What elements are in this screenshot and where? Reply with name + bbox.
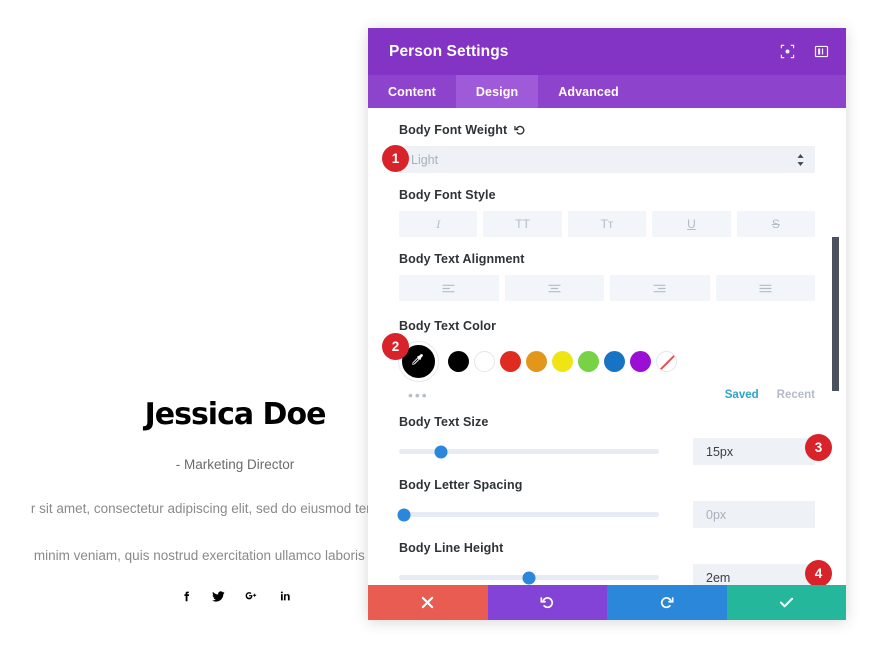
swatch-purple[interactable] xyxy=(630,351,651,372)
body-text-size-input[interactable]: 15px xyxy=(693,438,815,465)
slider-thumb[interactable] xyxy=(397,508,411,521)
body-text-color-label: Body Text Color xyxy=(399,319,497,333)
saved-colors-tab[interactable]: Saved xyxy=(725,389,759,401)
uppercase-button[interactable]: TT xyxy=(483,211,562,237)
modal-tabs: Content Design Advanced xyxy=(368,75,846,108)
field-body-text-color: Body Text Color ••• Saved Recent 2 xyxy=(382,301,815,402)
tab-advanced[interactable]: Advanced xyxy=(538,75,639,108)
body-text-size-slider[interactable] xyxy=(399,443,659,461)
color-footer: ••• Saved Recent xyxy=(399,388,815,402)
body-text-size-label-row: Body Text Size xyxy=(399,415,815,429)
color-swatch-row xyxy=(399,342,815,381)
italic-button[interactable]: I xyxy=(399,211,478,237)
body-letter-spacing-slider[interactable] xyxy=(397,506,659,524)
field-label-row: Body Font Weight xyxy=(399,123,815,137)
tab-design[interactable]: Design xyxy=(455,75,539,108)
reset-icon[interactable] xyxy=(514,124,526,136)
body-letter-spacing-input[interactable]: 0px xyxy=(693,501,815,528)
body-text-size-row: 15px xyxy=(399,438,815,465)
strikethrough-button[interactable]: S xyxy=(736,211,816,237)
body-text-alignment-label: Body Text Alignment xyxy=(399,252,525,266)
badge-2: 2 xyxy=(382,333,409,360)
more-colors-icon[interactable]: ••• xyxy=(399,388,429,402)
slider-thumb[interactable] xyxy=(522,571,536,584)
google-plus-icon[interactable] xyxy=(244,588,260,604)
linkedin-icon[interactable] xyxy=(277,588,293,604)
slider-thumb[interactable] xyxy=(434,445,448,458)
body-font-weight-label: Body Font Weight xyxy=(399,123,508,137)
cancel-button[interactable] xyxy=(368,585,488,620)
color-tabs: Saved Recent xyxy=(725,389,815,401)
body-text-size-label: Body Text Size xyxy=(399,415,489,429)
recent-colors-tab[interactable]: Recent xyxy=(777,389,815,401)
swatch-black[interactable] xyxy=(448,351,469,372)
body-font-weight-select[interactable]: Light xyxy=(399,146,815,173)
text-alignment-button-group xyxy=(399,275,815,301)
undo-icon xyxy=(540,595,555,610)
align-left-button[interactable] xyxy=(399,275,499,301)
tab-content[interactable]: Content xyxy=(368,75,456,108)
body-line-height-slider[interactable] xyxy=(399,569,659,586)
body-line-height-label: Body Line Height xyxy=(399,541,504,555)
field-body-letter-spacing: Body Letter Spacing 0px xyxy=(397,465,815,528)
modal-body: Body Font Weight Light 1 Body Font Style… xyxy=(368,108,846,585)
slider-track xyxy=(399,512,659,517)
modal-title: Person Settings xyxy=(389,42,509,60)
close-icon xyxy=(421,596,434,609)
body-text-color-label-row: Body Text Color xyxy=(399,319,815,333)
facebook-icon[interactable] xyxy=(178,588,194,604)
swatch-yellow[interactable] xyxy=(552,351,573,372)
align-justify-button[interactable] xyxy=(715,275,815,301)
redo-icon xyxy=(659,595,674,610)
field-body-font-style: Body Font Style I TT Tᴛ U S xyxy=(399,173,816,237)
modal-footer xyxy=(368,585,846,620)
body-font-style-label-row: Body Font Style xyxy=(399,188,815,202)
scrollbar-thumb[interactable] xyxy=(832,237,839,391)
body-font-style-label: Body Font Style xyxy=(399,188,496,202)
twitter-icon[interactable] xyxy=(211,588,227,604)
swatch-none[interactable] xyxy=(656,351,677,372)
body-line-height-row: 2em xyxy=(399,564,815,585)
focus-icon[interactable] xyxy=(776,41,798,63)
field-body-line-height: Body Line Height 2em 4 xyxy=(399,528,832,585)
field-body-text-alignment: Body Text Alignment xyxy=(399,237,815,301)
swatch-red[interactable] xyxy=(500,351,521,372)
badge-4: 4 xyxy=(805,560,832,585)
header-icon-group xyxy=(776,41,832,63)
swatch-green[interactable] xyxy=(578,351,599,372)
scrollbar-track[interactable] xyxy=(832,108,843,585)
body-line-height-label-row: Body Line Height xyxy=(399,541,815,555)
undo-button[interactable] xyxy=(487,585,607,620)
body-letter-spacing-label: Body Letter Spacing xyxy=(399,478,523,492)
modal-header: Person Settings xyxy=(368,28,846,75)
field-body-font-weight: Body Font Weight Light 1 xyxy=(382,108,815,173)
layout-panel-icon[interactable] xyxy=(810,41,832,63)
body-line-height-input[interactable]: 2em xyxy=(693,564,815,585)
small-caps-button[interactable]: Tᴛ xyxy=(567,211,647,237)
swatch-orange[interactable] xyxy=(526,351,547,372)
align-center-button[interactable] xyxy=(504,275,604,301)
align-right-button[interactable] xyxy=(610,275,710,301)
chevron-updown-icon xyxy=(796,153,805,166)
swatch-blue[interactable] xyxy=(604,351,625,372)
person-settings-modal: Person Settings Content Design Advanced xyxy=(368,28,846,620)
body-letter-spacing-row: 0px xyxy=(397,501,815,528)
body-letter-spacing-label-row: Body Letter Spacing xyxy=(399,478,815,492)
body-font-weight-value: Light xyxy=(411,152,439,167)
body-text-alignment-label-row: Body Text Alignment xyxy=(399,252,815,266)
font-style-button-group: I TT Tᴛ U S xyxy=(399,211,816,237)
field-body-text-size: Body Text Size 15px 3 xyxy=(399,402,832,465)
badge-1: 1 xyxy=(382,145,409,172)
check-icon xyxy=(779,596,794,609)
redo-button[interactable] xyxy=(607,585,727,620)
badge-3: 3 xyxy=(805,434,832,461)
underline-button[interactable]: U xyxy=(652,211,731,237)
save-button[interactable] xyxy=(726,585,846,620)
swatch-white[interactable] xyxy=(474,351,495,372)
